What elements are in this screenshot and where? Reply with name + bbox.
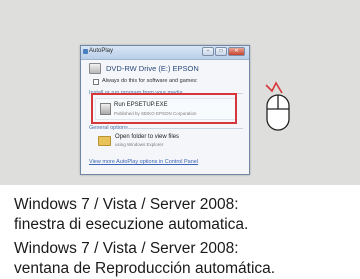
caption-line-2: finestra di esecuzione automatica. — [14, 216, 249, 233]
dvd-drive-icon — [89, 63, 101, 74]
autoplay-icon — [83, 49, 88, 54]
always-do-this-checkbox[interactable] — [93, 79, 99, 85]
window-title: AutoPlay — [89, 48, 114, 54]
click-marks — [265, 81, 283, 94]
control-panel-link[interactable]: View more AutoPlay options in Control Pa… — [89, 159, 198, 165]
folder-icon — [98, 136, 111, 146]
open-folder-sublabel: using Windows Explorer — [115, 142, 164, 147]
section-divider — [125, 128, 243, 129]
drive-title: DVD-RW Drive (E:) EPSON — [106, 64, 199, 73]
illustration-panel: AutoPlay – □ ✕ DVD-RW Drive (E:) EPSON A… — [0, 0, 360, 185]
minimize-button[interactable]: – — [202, 47, 214, 56]
general-options-label: General options — [89, 125, 128, 131]
title-bar: AutoPlay – □ ✕ — [81, 46, 249, 60]
caption-line-1: Windows 7 / Vista / Server 2008: — [14, 196, 239, 213]
mouse-body — [266, 94, 290, 131]
maximize-button[interactable]: □ — [215, 47, 227, 56]
caption-line-3: Windows 7 / Vista / Server 2008: — [14, 240, 239, 257]
highlight-box — [91, 93, 237, 124]
mouse-click-icon — [265, 81, 290, 131]
close-button[interactable]: ✕ — [228, 47, 245, 56]
caption-line-4: ventana de Reproducción automática. — [14, 260, 276, 277]
window-controls: – □ ✕ — [202, 47, 245, 56]
always-do-this-label: Always do this for software and games: — [102, 78, 198, 84]
open-folder-option[interactable]: Open folder to view files — [115, 134, 179, 140]
